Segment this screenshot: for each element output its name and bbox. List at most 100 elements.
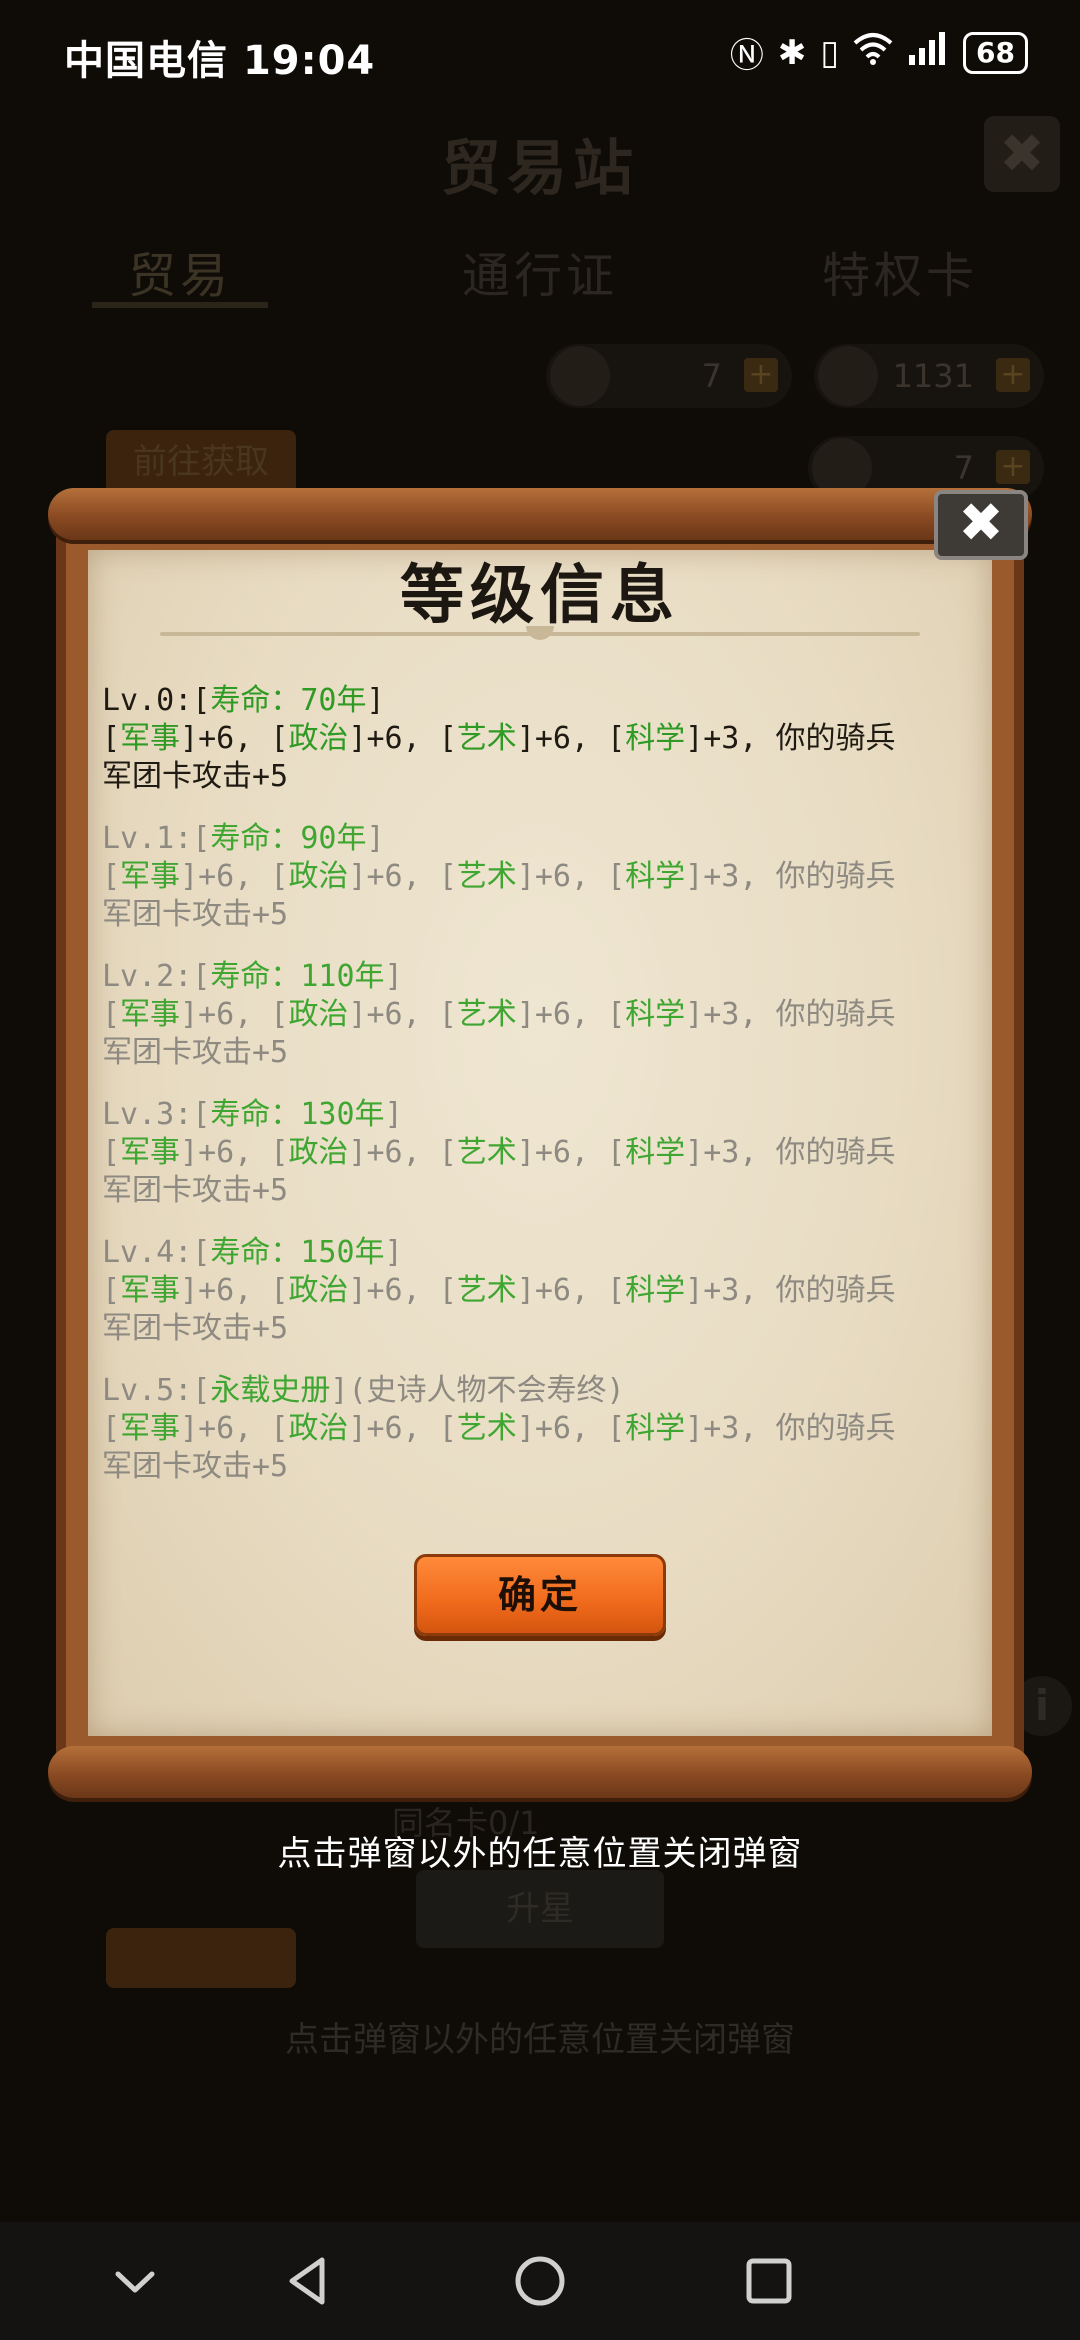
plus-icon: +: [996, 358, 1030, 392]
level-label: Lv.1:[: [102, 821, 211, 856]
recents-icon[interactable]: [734, 2246, 804, 2316]
bracket: ]: [384, 959, 403, 994]
txt: ]+3, 你的骑兵: [685, 859, 896, 894]
bg-close-icon: ✖: [984, 116, 1060, 192]
level-bonus: [军事]+6, [政治]+6, [艺术]+6, [科学]+3, 你的骑兵: [102, 858, 962, 896]
dismiss-hint: 点击弹窗以外的任意位置关闭弹窗: [277, 1834, 803, 1874]
stat-art: 艺术: [456, 997, 517, 1032]
home-icon[interactable]: [505, 2246, 575, 2316]
stat-politics: 政治: [288, 721, 349, 756]
stat-art: 艺术: [456, 859, 517, 894]
level-bonus-2: 军团卡攻击+5: [102, 1311, 289, 1346]
bg-goto-button: 前往获取: [106, 430, 296, 494]
clock: 19:04: [242, 38, 376, 84]
bg-page-title: 贸易站: [441, 134, 639, 204]
carrier-label: 中国电信: [64, 38, 228, 84]
stat-art: 艺术: [456, 721, 517, 756]
laurel-icon: [550, 346, 610, 406]
txt: [: [102, 721, 121, 756]
level-header: Lv.1:[寿命：90年]: [102, 820, 962, 858]
level-bonus-2: 军团卡攻击+5: [102, 1449, 289, 1484]
level-header: Lv.4:[寿命：150年]: [102, 1234, 962, 1272]
bg-tab-trade: 贸易: [127, 248, 232, 304]
level-bonus: [军事]+6, [政治]+6, [艺术]+6, [科学]+3, 你的骑兵: [102, 1134, 962, 1172]
lifespan-tag: 寿命：150年: [210, 1235, 385, 1270]
plus-icon: +: [744, 358, 778, 392]
txt: ]+6, [: [348, 997, 457, 1032]
vibrate-icon: ▯: [820, 32, 840, 73]
bg-upgrade-button: 升星: [416, 1870, 664, 1948]
navigation-bar: [0, 2222, 1080, 2340]
bg-orange-button: [106, 1928, 296, 1988]
bg-hint: 点击弹窗以外的任意位置关闭弹窗: [285, 2020, 795, 2060]
wifi-icon: [853, 31, 893, 74]
txt: [: [102, 997, 121, 1032]
bracket: ]: [366, 821, 385, 856]
status-left: 中国电信 19:04: [64, 28, 375, 86]
txt: ]+6, [: [180, 721, 289, 756]
txt: ]+3, 你的骑兵: [685, 721, 896, 756]
level-header: Lv.0:[寿命：70年]: [102, 682, 962, 720]
level-entry: Lv.5:[永载史册](史诗人物不会寿终) [军事]+6, [政治]+6, [艺…: [102, 1372, 962, 1486]
signal-icon: [907, 31, 949, 74]
txt: [: [102, 1273, 121, 1308]
battery-icon: 68: [963, 31, 1028, 74]
txt: ]+6, [: [516, 997, 626, 1032]
level-bonus-2: 军团卡攻击+5: [102, 759, 289, 794]
bg-resource-laurel: 7 +: [546, 344, 792, 408]
close-button[interactable]: ✖: [934, 490, 1028, 560]
txt: ]+6, [: [348, 1135, 457, 1170]
txt: ]+6, [: [180, 1135, 289, 1170]
lifespan-tag: 寿命：90年: [210, 821, 367, 856]
txt: ]+6, [: [516, 721, 626, 756]
level-header: Lv.2:[寿命：110年]: [102, 958, 962, 996]
bg-tab-indicator: [92, 302, 268, 308]
level-bonus: [军事]+6, [政治]+6, [艺术]+6, [科学]+3, 你的骑兵: [102, 1410, 962, 1448]
txt: ]+6, [: [348, 859, 457, 894]
level-bonus: [军事]+6, [政治]+6, [艺术]+6, [科学]+3, 你的骑兵: [102, 720, 962, 758]
txt: ]+3, 你的骑兵: [685, 1135, 896, 1170]
level-bonus: [军事]+6, [政治]+6, [艺术]+6, [科学]+3, 你的骑兵: [102, 1272, 962, 1310]
scroll-rod-bottom: [48, 1746, 1032, 1798]
chevron-down-icon[interactable]: [100, 2246, 170, 2316]
level-label: Lv.2:[: [102, 959, 211, 994]
stat-military: 军事: [120, 1411, 181, 1446]
level-list: Lv.0:[寿命：70年] [军事]+6, [政治]+6, [艺术]+6, [科…: [102, 682, 962, 1510]
bg-resource-gem: 1131 +: [814, 344, 1044, 408]
stat-art: 艺术: [456, 1411, 517, 1446]
bg-resource-value: 7: [701, 357, 722, 395]
txt: ]+6, [: [516, 1273, 626, 1308]
level-header: Lv.3:[寿命：130年]: [102, 1096, 962, 1134]
back-icon[interactable]: [274, 2246, 344, 2316]
level-note: (史诗人物不会寿终): [348, 1373, 625, 1408]
stat-politics: 政治: [288, 859, 349, 894]
level-bonus-2: 军团卡攻击+5: [102, 1173, 289, 1208]
close-icon: ✖: [958, 491, 1004, 554]
confirm-button[interactable]: 确定: [414, 1554, 666, 1636]
txt: ]+6, [: [348, 721, 457, 756]
stat-military: 军事: [120, 1135, 181, 1170]
level-label: Lv.5:[: [102, 1373, 211, 1408]
level-entry: Lv.2:[寿命：110年] [军事]+6, [政治]+6, [艺术]+6, […: [102, 958, 962, 1072]
stat-science: 科学: [625, 1411, 686, 1446]
stat-science: 科学: [625, 1273, 686, 1308]
txt: ]+6, [: [180, 1273, 289, 1308]
txt: ]+6, [: [180, 859, 289, 894]
level-bonus: [军事]+6, [政治]+6, [艺术]+6, [科学]+3, 你的骑兵: [102, 996, 962, 1034]
stat-science: 科学: [625, 859, 686, 894]
level-label: Lv.3:[: [102, 1097, 211, 1132]
txt: ]+6, [: [516, 859, 626, 894]
nfc-icon: Ⓝ: [729, 36, 764, 76]
status-icons: Ⓝ ✱ ▯ 68: [730, 28, 1028, 77]
txt: ]+6, [: [348, 1273, 457, 1308]
popup-title: 等级信息: [400, 559, 680, 633]
lifespan-tag: 寿命：110年: [210, 959, 385, 994]
level-bonus-2: 军团卡攻击+5: [102, 897, 289, 932]
txt: ]+3, 你的骑兵: [685, 997, 896, 1032]
bg-resource-value: 1131: [892, 357, 974, 395]
bracket: ]: [366, 683, 385, 718]
level-entry: Lv.4:[寿命：150年] [军事]+6, [政治]+6, [艺术]+6, […: [102, 1234, 962, 1348]
bluetooth-icon: ✱: [777, 32, 807, 73]
gem-icon: [818, 346, 878, 406]
level-header: Lv.5:[永载史册](史诗人物不会寿终): [102, 1372, 962, 1410]
